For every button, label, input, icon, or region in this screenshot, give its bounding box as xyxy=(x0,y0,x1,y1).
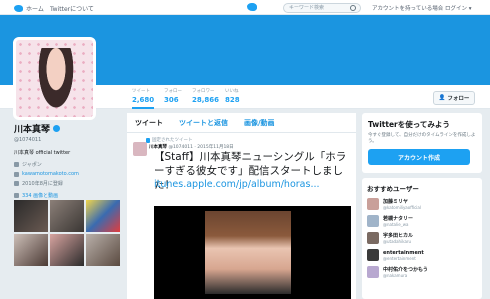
stat-followers-label: フォロワー xyxy=(192,89,215,94)
home-icon xyxy=(14,5,23,12)
profile-bio: 川本真琴 official twitter xyxy=(14,150,71,156)
recommended-users: おすすめユーザー 加藤ミリヤ @katomiliyaofficial 若槻ナタリー… xyxy=(362,178,482,299)
follow-button[interactable]: 👤 フォロー xyxy=(433,91,475,105)
signup-body: 今すぐ登録して、自分だけのタイムラインを作成しよう。 xyxy=(368,133,476,144)
avatar xyxy=(367,249,379,261)
recommended-user[interactable]: 加藤ミリヤ @katomiliyaofficial xyxy=(367,198,477,210)
profile-location-text: ジャポン xyxy=(22,162,42,168)
create-account-button[interactable]: アカウント作成 xyxy=(368,149,470,165)
photo-grid xyxy=(14,200,120,266)
tab-media[interactable]: 画像/動画 xyxy=(244,118,275,128)
avatar xyxy=(367,198,379,210)
profile-joined-text: 2010年8月に登録 xyxy=(22,181,63,187)
tweet-link[interactable]: itunes.apple.com/jp/album/horas... xyxy=(154,179,320,190)
stat-tweets-value: 2,680 xyxy=(132,96,155,104)
recommended-user-handle: @nakamura xyxy=(383,273,408,278)
profile-meta: ジャポン kawamotomakoto.com 2010年8月に登録 xyxy=(14,161,119,187)
nav-about-link[interactable]: Twitterについて xyxy=(50,4,94,13)
avatar xyxy=(367,232,379,244)
profile-location: ジャポン xyxy=(14,161,119,168)
photo-thumbnail[interactable] xyxy=(86,234,120,266)
stat-likes[interactable]: いいね 828 xyxy=(225,88,240,104)
photo-thumbnail[interactable] xyxy=(14,234,48,266)
recommended-user-handle: @entertainment xyxy=(383,256,416,261)
recommended-user-handle: @katomiliyaofficial xyxy=(383,205,421,210)
link-icon xyxy=(14,171,19,177)
calendar-icon xyxy=(14,181,19,186)
stat-following-label: フォロー xyxy=(164,89,182,94)
photos-videos-link[interactable]: 334 画像と動画 xyxy=(14,192,58,199)
tweet-media-image xyxy=(205,211,291,294)
pinned-tweet-label: 固定されたツイート xyxy=(127,133,356,143)
tweet-header xyxy=(133,142,147,156)
twitter-logo-icon[interactable] xyxy=(247,3,257,11)
tweet-timeline: ツイート ツイートと返信 画像/動画 固定されたツイート 川本真琴 @10740… xyxy=(127,113,356,299)
camera-icon xyxy=(14,193,19,198)
pinned-tweet-text: 固定されたツイート xyxy=(152,138,193,143)
profile-avatar[interactable] xyxy=(13,37,96,120)
follow-button-label: フォロー xyxy=(447,96,470,102)
profile-handle[interactable]: @1074011 xyxy=(14,137,119,143)
recommended-users-title: おすすめユーザー xyxy=(367,185,419,193)
login-link[interactable]: アカウントを持っている場合 ログイン ▾ xyxy=(372,4,471,12)
search-placeholder: キーワード検索 xyxy=(289,5,325,11)
tweet-avatar[interactable] xyxy=(133,142,147,156)
signup-title: Twitterを使ってみよう xyxy=(368,120,450,129)
recommended-user[interactable]: entertainment @entertainment xyxy=(367,249,477,261)
recommended-user-handle: @natalie_wa xyxy=(383,222,409,227)
stat-followers[interactable]: フォロワー 28,866 xyxy=(192,88,219,104)
avatar-portrait xyxy=(34,48,78,117)
profile-joined: 2010年8月に登録 xyxy=(14,180,119,187)
add-user-icon: 👤 xyxy=(438,95,446,101)
profile-name-row: 川本真琴 xyxy=(14,122,119,135)
photo-thumbnail[interactable] xyxy=(14,200,48,232)
stat-followers-value: 28,866 xyxy=(192,96,220,104)
recommended-user[interactable]: 若槻ナタリー @natalie_wa xyxy=(367,215,477,227)
verified-badge-icon xyxy=(53,125,61,132)
timeline-tabs: ツイート ツイートと返信 画像/動画 xyxy=(127,113,356,133)
tab-tweets-and-replies[interactable]: ツイートと返信 xyxy=(179,118,228,128)
signup-module: Twitterを使ってみよう 今すぐ登録して、自分だけのタイムラインを作成しよう… xyxy=(362,113,482,173)
top-navigation-bar: ホーム Twitterについて キーワード検索 アカウントを持っている場合 ログ… xyxy=(0,0,490,15)
profile-website: kawamotomakoto.com xyxy=(14,171,119,177)
stat-following-value: 306 xyxy=(164,96,179,104)
recommended-user[interactable]: 中村佑介をつかもう @nakamura xyxy=(367,266,477,278)
profile-card: 川本真琴 @1074011 川本真琴 official twitter ジャポン… xyxy=(14,122,119,187)
nav-home-link[interactable]: ホーム xyxy=(14,4,44,13)
stat-following[interactable]: フォロー 306 xyxy=(164,88,182,104)
recommended-user-handle: @utadahikaru xyxy=(383,239,412,244)
photo-thumbnail[interactable] xyxy=(50,200,84,232)
profile-website-link[interactable]: kawamotomakoto.com xyxy=(22,171,79,177)
location-icon xyxy=(14,162,19,167)
search-input[interactable]: キーワード検索 xyxy=(283,3,361,13)
stat-tweets[interactable]: ツイート 2,680 xyxy=(132,88,155,109)
photos-videos-label: 334 画像と動画 xyxy=(22,193,59,199)
tab-tweets[interactable]: ツイート xyxy=(135,118,163,128)
avatar xyxy=(367,215,379,227)
stat-likes-label: いいね xyxy=(225,89,239,94)
photo-thumbnail[interactable] xyxy=(86,200,120,232)
nav-home-label: ホーム xyxy=(26,6,44,13)
photo-thumbnail[interactable] xyxy=(50,234,84,266)
search-icon[interactable] xyxy=(350,5,356,11)
stat-tweets-label: ツイート xyxy=(132,89,150,94)
avatar xyxy=(367,266,379,278)
profile-name[interactable]: 川本真琴 xyxy=(14,122,50,135)
recommended-user[interactable]: 宇多田ヒカル @utadahikaru xyxy=(367,232,477,244)
stat-likes-value: 828 xyxy=(225,96,240,104)
tweet-media[interactable] xyxy=(154,206,351,299)
